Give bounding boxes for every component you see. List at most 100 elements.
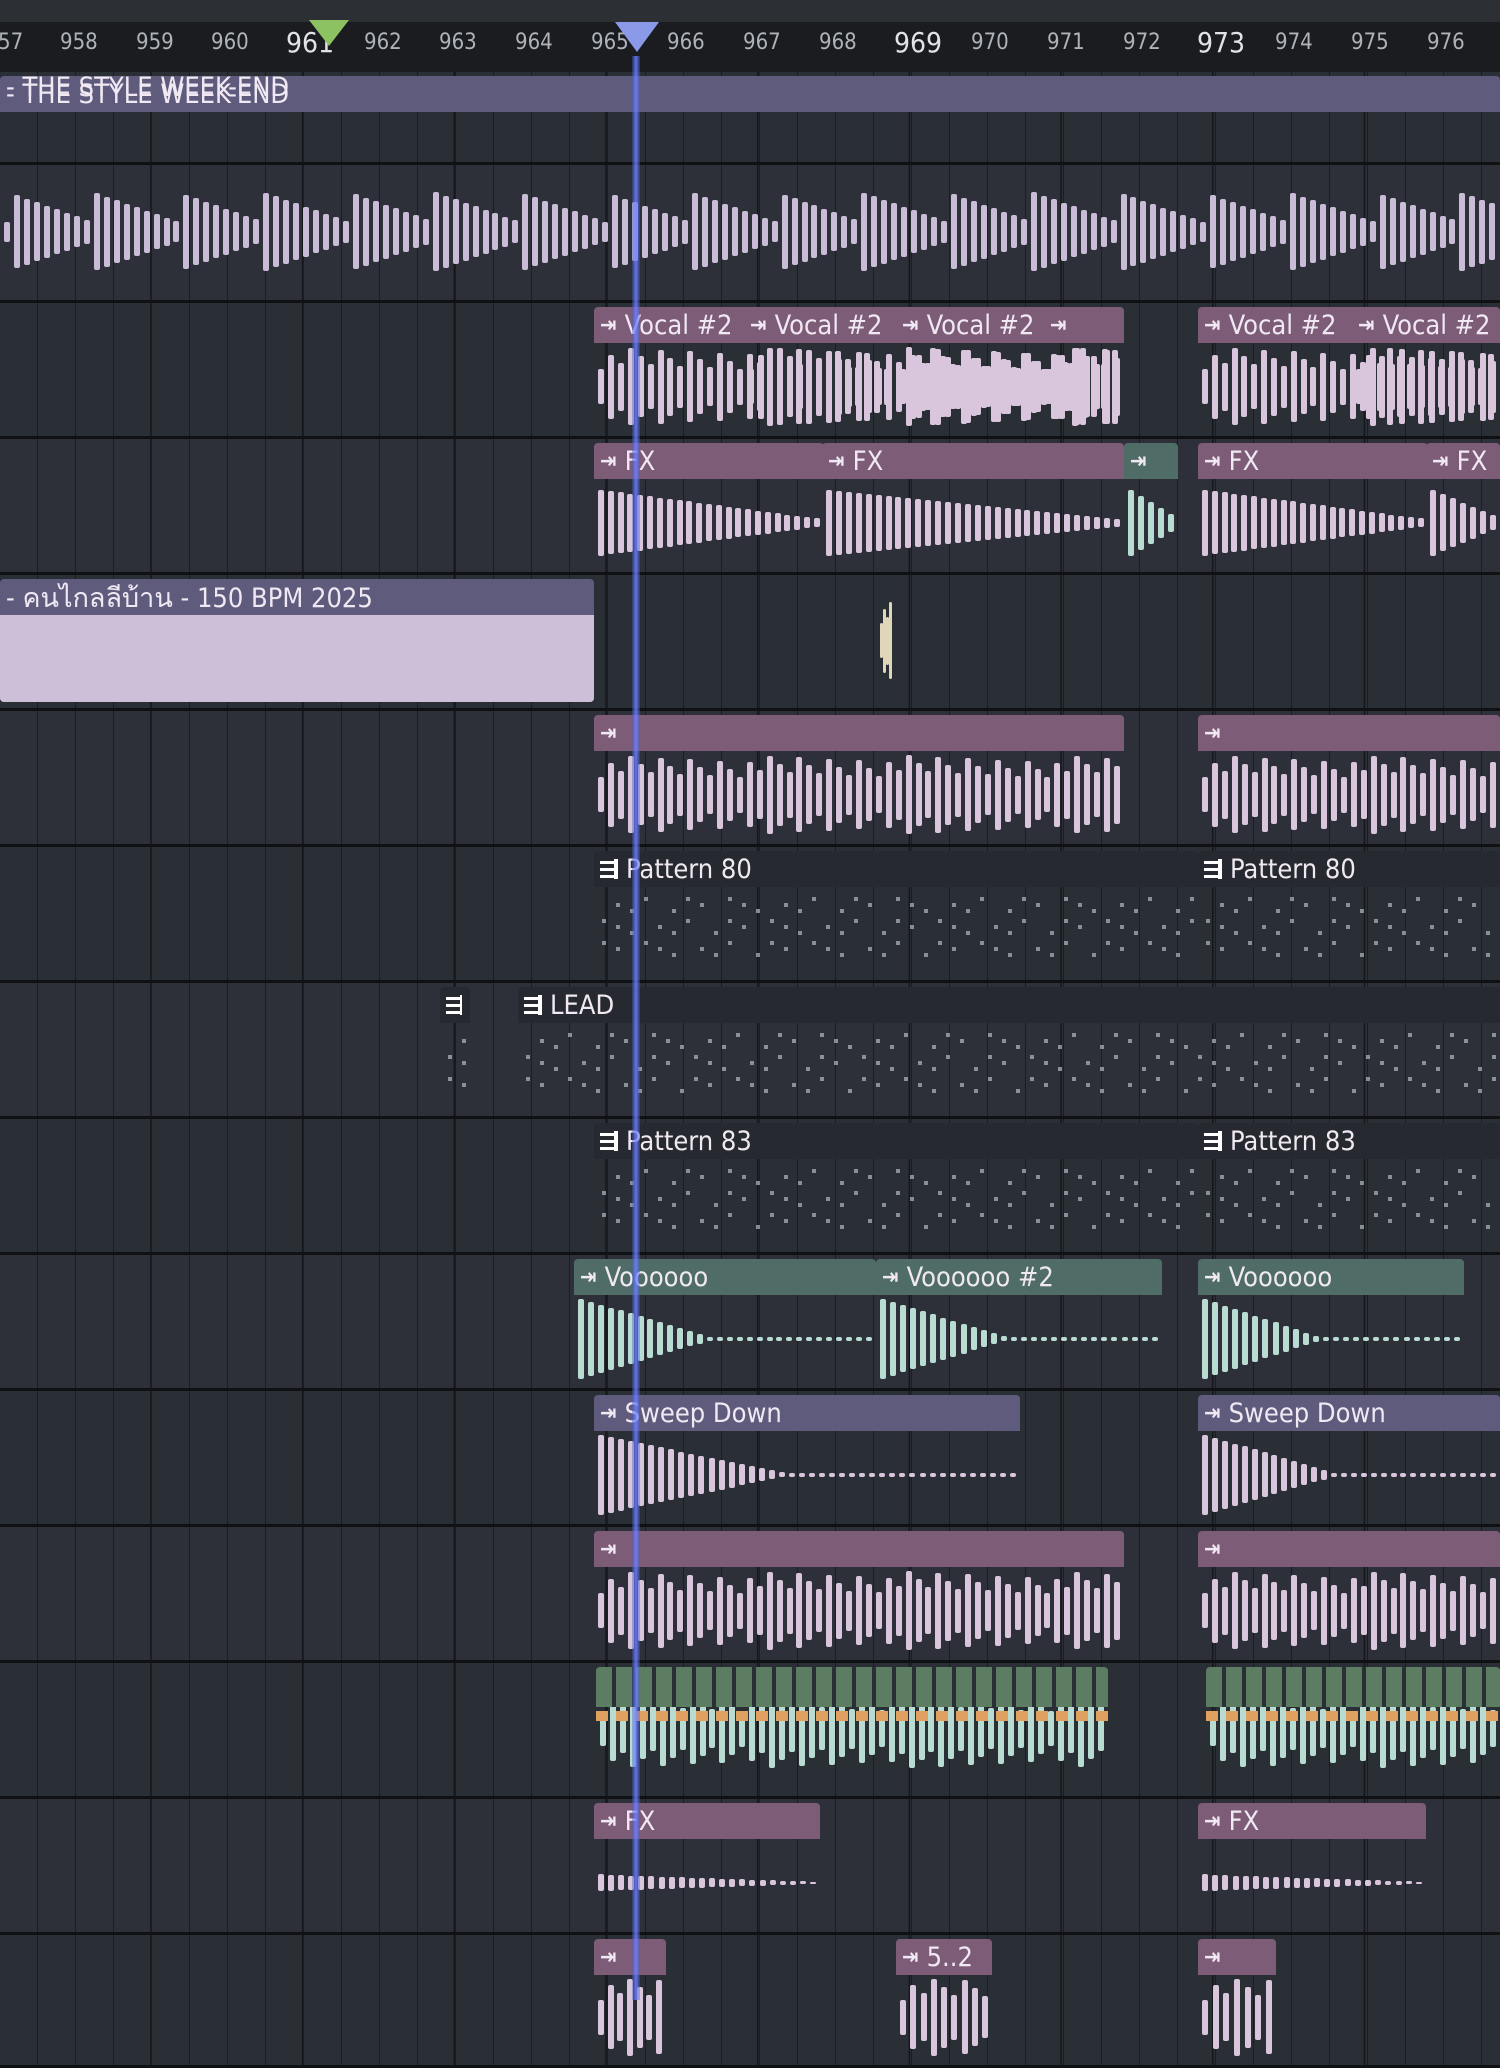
audio-clip[interactable]: ⇥ FX — [594, 1803, 820, 1926]
audio-clip[interactable]: ⇥ — [1044, 307, 1122, 430]
pattern-note — [1176, 953, 1180, 957]
audio-clip[interactable]: ⇥ FX — [594, 443, 824, 566]
audio-clip[interactable]: ⇥ — [594, 1531, 1124, 1654]
clip-header[interactable]: - คนไกลลีบ้าน - 150 BPM 2025 — [0, 579, 594, 615]
audio-clip[interactable]: ⇥ Vocal #2 — [1352, 307, 1500, 430]
clip-header[interactable]: ⇥ FX — [822, 443, 1124, 479]
audio-clip[interactable]: - คนไกลลีบ้าน - 150 BPM 2025 — [0, 579, 594, 702]
clip-header[interactable]: Pattern 80 — [594, 851, 1198, 887]
audio-clip[interactable] — [1206, 1667, 1500, 1790]
clip-label: Vocal #2 — [926, 309, 1035, 341]
pattern-note — [1036, 1219, 1040, 1223]
playlist-track[interactable]: ⇥ ⇥ 5..2 ⇥ — [0, 1935, 1500, 2068]
audio-clip[interactable]: - THE STYLE WEEK-END - THE STYLE WEEK-END — [0, 76, 1500, 156]
clip-header[interactable]: ⇥ — [594, 1531, 1124, 1567]
clip-header[interactable]: ⇥ — [1198, 1531, 1500, 1567]
clip-header[interactable]: ⇥ 5..2 — [896, 1939, 992, 1975]
audio-clip[interactable]: ⇥ — [1198, 1939, 1276, 2059]
clip-header[interactable]: LEAD — [518, 987, 1500, 1023]
audio-clip[interactable]: ⇥ Sweep Down — [594, 1395, 1020, 1518]
audio-clip[interactable] — [0, 169, 1500, 294]
clip-header[interactable]: ⇥ Vocal #2 — [1352, 307, 1500, 343]
audio-clip[interactable]: ⇥ — [1198, 1531, 1500, 1654]
clip-header[interactable]: Pattern 80 — [1198, 851, 1500, 887]
playlist-track[interactable]: - THE STYLE WEEK-END - THE STYLE WEEK-END — [0, 72, 1500, 165]
pattern-clip[interactable]: Pattern 80 — [594, 851, 1198, 974]
playlist-track[interactable]: Pattern 80 Pattern 80 — [0, 847, 1500, 983]
pattern-note — [1444, 931, 1448, 935]
pattern-note — [974, 1067, 978, 1071]
audio-clip[interactable]: ⇥ Vocal #2 — [744, 307, 894, 430]
playlist-track[interactable]: ⇥ Vocal #2 ⇥ Vocal #2 ⇥ Vocal #2 ⇥ ⇥ Vocal #2 ⇥ Vo… — [0, 303, 1500, 439]
pattern-clip[interactable]: Pattern 80 — [1198, 851, 1500, 974]
pattern-note — [736, 1033, 740, 1037]
clip-header[interactable]: ⇥ FX — [1198, 1803, 1426, 1839]
timeline-ruler[interactable]: 57 958 959 960 961 962 963 964 965 966 9… — [0, 0, 1500, 73]
clip-header[interactable]: Pattern 83 — [1198, 1123, 1500, 1159]
audio-clip[interactable]: ⇥ — [594, 1939, 666, 2059]
pattern-note — [820, 1055, 824, 1059]
audio-clip[interactable]: ⇥ FX — [1426, 443, 1500, 566]
pattern-note — [638, 1089, 642, 1093]
pattern-note — [840, 931, 844, 935]
pattern-clip[interactable]: Pattern 83 — [594, 1123, 1198, 1246]
clip-header[interactable]: ⇥ — [1124, 443, 1178, 479]
audio-clip[interactable]: ⇥ FX — [1198, 1803, 1426, 1926]
pattern-note — [1254, 1061, 1258, 1065]
audio-clip[interactable]: ⇥ Sweep Down — [1198, 1395, 1500, 1518]
audio-clip[interactable]: ⇥ FX — [822, 443, 1124, 566]
clip-header[interactable]: ⇥ Voooooo — [574, 1259, 876, 1295]
clip-header[interactable]: ⇥ Sweep Down — [594, 1395, 1020, 1431]
playlist-track[interactable] — [0, 1663, 1500, 1799]
playlist-track[interactable]: ⇥ FX ⇥ FX ⇥ ⇥ FX ⇥ FX — [0, 439, 1500, 575]
clip-header[interactable]: ⇥ Voooooo #2 — [876, 1259, 1162, 1295]
clip-header[interactable]: ⇥ — [1198, 715, 1500, 751]
clip-header[interactable]: ⇥ — [594, 1939, 666, 1975]
clip-header[interactable]: ⇥ Sweep Down — [1198, 1395, 1500, 1431]
audio-clip[interactable] — [596, 1667, 1108, 1790]
pattern-clip[interactable]: LEAD — [518, 987, 1500, 1110]
bar-number: 959 — [136, 30, 174, 55]
pattern-note — [1190, 1191, 1194, 1195]
playlist-track[interactable]: LEAD — [0, 983, 1500, 1119]
pattern-note — [728, 897, 732, 901]
playlist-track[interactable] — [0, 165, 1500, 303]
pattern-note — [1492, 1033, 1496, 1037]
playlist-track[interactable]: ⇥ Voooooo ⇥ Voooooo #2 ⇥ Voooooo — [0, 1255, 1500, 1391]
loop-start-marker-icon[interactable] — [309, 20, 349, 46]
audio-clip[interactable]: ⇥ — [1124, 443, 1178, 566]
playlist-track[interactable]: ⇥ Sweep Down ⇥ Sweep Down — [0, 1391, 1500, 1527]
audio-clip[interactable]: ⇥ Voooooo #2 — [876, 1259, 1162, 1382]
pattern-note — [938, 1213, 942, 1217]
clip-header[interactable]: ⇥ Voooooo — [1198, 1259, 1464, 1295]
audio-clip[interactable]: ⇥ — [594, 715, 1124, 838]
audio-clip[interactable]: ⇥ 5..2 — [896, 1939, 992, 2059]
clip-header[interactable]: ⇥ FX — [1426, 443, 1500, 479]
pattern-clip[interactable]: Pattern 83 — [1198, 1123, 1500, 1246]
playlist-track[interactable]: ⇥ FX ⇥ FX — [0, 1799, 1500, 1935]
audio-clip[interactable]: ⇥ — [1198, 715, 1500, 838]
clip-body — [594, 1159, 1198, 1246]
playlist-track[interactable]: ⇥ ⇥ — [0, 711, 1500, 847]
clip-header[interactable]: ⇥ FX — [1198, 443, 1428, 479]
pattern-note — [784, 903, 788, 907]
pattern-clip[interactable] — [440, 987, 470, 1110]
clip-body — [1044, 343, 1122, 430]
clip-header[interactable]: ⇥ Vocal #2 — [744, 307, 894, 343]
audio-clip[interactable]: ⇥ Voooooo — [574, 1259, 876, 1382]
playhead-marker-icon[interactable] — [615, 22, 659, 52]
clip-header[interactable]: ⇥ FX — [594, 443, 824, 479]
playlist-track[interactable]: - คนไกลลีบ้าน - 150 BPM 2025 — [0, 575, 1500, 711]
clip-header[interactable]: Pattern 83 — [594, 1123, 1198, 1159]
clip-header[interactable]: ⇥ — [1198, 1939, 1276, 1975]
clip-header[interactable] — [440, 987, 470, 1023]
playlist-track[interactable]: Pattern 83 Pattern 83 — [0, 1119, 1500, 1255]
audio-clip[interactable]: ⇥ FX — [1198, 443, 1428, 566]
pattern-note — [672, 909, 676, 913]
audio-clip[interactable]: ⇥ Voooooo — [1198, 1259, 1464, 1382]
clip-header[interactable]: ⇥ FX — [594, 1803, 820, 1839]
audio-clip[interactable] — [876, 579, 896, 702]
clip-header[interactable]: ⇥ — [1044, 307, 1122, 343]
playlist-track[interactable]: ⇥ ⇥ — [0, 1527, 1500, 1663]
clip-header[interactable]: ⇥ — [594, 715, 1124, 751]
